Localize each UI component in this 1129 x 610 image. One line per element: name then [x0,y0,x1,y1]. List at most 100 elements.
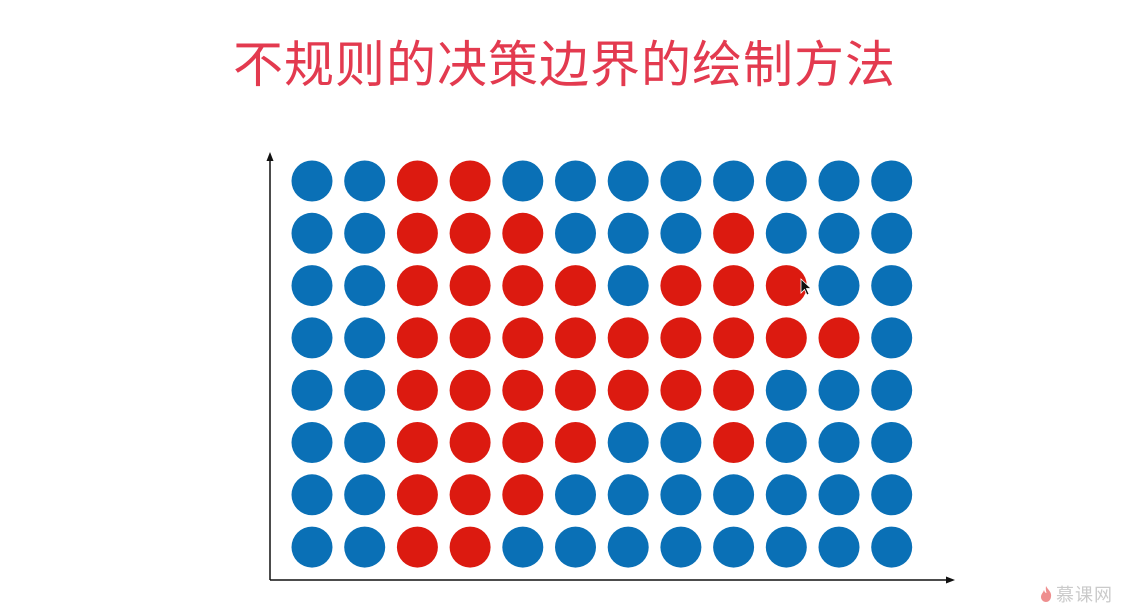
points [291,160,913,568]
point-red-r2-c8 [713,265,755,307]
point-blue-r4-c10 [818,369,860,411]
point-blue-r5-c1 [344,422,386,463]
point-blue-r3-c0 [291,317,333,359]
watermark-text: 慕课网 [1056,585,1113,606]
point-blue-r4-c9 [765,369,807,411]
point-blue-r6-c7 [660,474,702,516]
point-red-r4-c8 [713,369,755,411]
point-red-r4-c2 [396,369,438,411]
point-blue-r0-c4 [502,160,544,202]
point-red-r3-c4 [502,317,544,359]
point-blue-r7-c0 [291,526,333,568]
point-blue-r2-c10 [818,265,860,307]
point-blue-r7-c1 [344,526,386,568]
point-red-r4-c6 [607,369,649,411]
point-blue-r3-c1 [344,317,386,359]
point-red-r4-c5 [555,369,596,411]
point-red-r5-c8 [713,422,755,463]
point-red-r0-c3 [449,160,491,202]
point-red-r1-c4 [502,212,544,254]
point-red-r3-c7 [660,317,702,359]
point-blue-r0-c0 [291,160,333,202]
point-blue-r5-c0 [291,422,333,463]
point-blue-r4-c1 [344,369,386,411]
point-red-r3-c10 [818,317,860,359]
point-red-r3-c2 [396,317,438,359]
point-blue-r1-c6 [607,212,649,254]
point-blue-r0-c1 [344,160,386,202]
point-blue-r3-c11 [871,317,913,359]
point-red-r0-c2 [396,160,438,202]
point-red-r3-c3 [449,317,491,359]
watermark: 慕课网 [1039,582,1113,606]
point-blue-r7-c10 [818,526,860,568]
point-blue-r5-c11 [871,422,913,463]
point-blue-r0-c8 [713,160,755,202]
point-blue-r6-c6 [607,474,649,516]
point-blue-r1-c5 [555,212,596,254]
point-blue-r1-c9 [765,212,807,254]
point-blue-r6-c8 [713,474,755,516]
point-red-r5-c3 [449,422,491,463]
point-red-r7-c3 [449,526,491,568]
point-blue-r6-c9 [765,474,807,516]
point-blue-r1-c10 [818,212,860,254]
point-red-r4-c3 [449,369,491,411]
point-red-r1-c2 [396,212,438,254]
point-red-r7-c2 [396,526,438,568]
point-blue-r0-c5 [555,160,596,202]
point-blue-r2-c11 [871,265,913,307]
point-red-r6-c4 [502,474,544,516]
point-red-r4-c7 [660,369,702,411]
point-blue-r0-c6 [607,160,649,202]
x-axis-arrow [946,576,955,584]
flame-logo-icon [1041,586,1052,602]
point-red-r5-c2 [396,422,438,463]
point-blue-r6-c5 [555,474,596,516]
point-blue-r7-c8 [713,526,755,568]
point-red-r5-c4 [502,422,544,463]
slide: 不规则的决策边界的绘制方法 慕课网 [0,0,1129,610]
point-red-r3-c6 [607,317,649,359]
point-blue-r1-c11 [871,212,913,254]
point-blue-r6-c11 [871,474,913,516]
point-blue-r5-c10 [818,422,860,463]
point-blue-r0-c9 [765,160,807,202]
point-red-r6-c2 [396,474,438,516]
point-blue-r7-c4 [502,526,544,568]
point-red-r3-c9 [765,317,807,359]
point-blue-r0-c10 [818,160,860,202]
point-red-r5-c5 [555,422,596,463]
point-blue-r7-c9 [765,526,807,568]
point-red-r1-c8 [713,212,755,254]
point-red-r1-c3 [449,212,491,254]
point-blue-r0-c7 [660,160,702,202]
point-blue-r2-c1 [344,265,386,307]
point-blue-r7-c5 [555,526,596,568]
point-red-r3-c5 [555,317,596,359]
point-blue-r5-c7 [660,422,702,463]
point-red-r2-c2 [396,265,438,307]
point-red-r3-c8 [713,317,755,359]
point-blue-r2-c6 [607,265,649,307]
point-blue-r6-c10 [818,474,860,516]
point-red-r2-c3 [449,265,491,307]
point-blue-r0-c11 [871,160,913,202]
point-blue-r1-c7 [660,212,702,254]
point-blue-r4-c0 [291,369,333,411]
point-blue-r5-c9 [765,422,807,463]
point-blue-r6-c0 [291,474,333,516]
point-blue-r5-c6 [607,422,649,463]
point-red-r4-c4 [502,369,544,411]
point-blue-r2-c0 [291,265,333,307]
point-blue-r1-c1 [344,212,386,254]
point-blue-r7-c6 [607,526,649,568]
point-red-r2-c7 [660,265,702,307]
scatter-plot [266,152,955,584]
point-blue-r1-c0 [291,212,333,254]
point-red-r2-c4 [502,265,544,307]
point-red-r6-c3 [449,474,491,516]
y-axis-arrow [266,152,274,161]
point-blue-r7-c7 [660,526,702,568]
point-blue-r4-c11 [871,369,913,411]
